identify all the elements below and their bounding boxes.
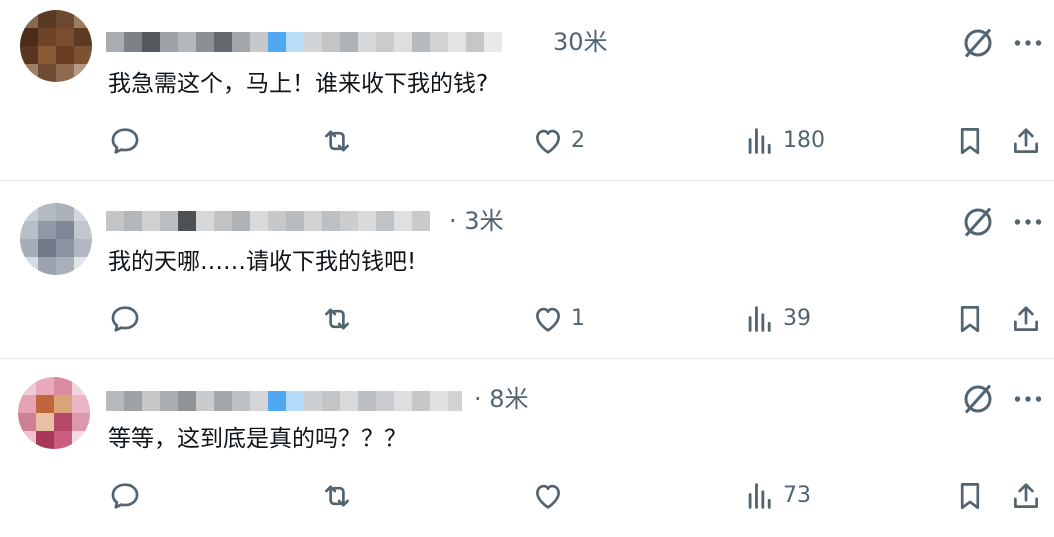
views-icon [748,306,771,332]
repost-icon [325,130,349,152]
like-button[interactable]: 1 [531,302,585,336]
bookmark-icon[interactable] [953,479,987,513]
like-button[interactable] [531,479,571,513]
reply-button[interactable] [108,124,148,158]
heart-icon [536,307,560,332]
views-icon [748,483,771,509]
repost-button[interactable] [320,302,360,336]
reply-icon [111,128,139,154]
like-count: 1 [571,306,585,331]
bookmark-icon[interactable] [953,124,987,158]
views-button[interactable]: 180 [743,124,825,158]
avatar[interactable] [18,377,90,449]
reply-feed: 30米 我急需这个，马上！谁来收下我的钱? 2 180 · 3米 我的天哪……请… [0,0,1054,534]
reply-text: 我急需这个，马上！谁来收下我的钱? [108,71,489,97]
view-count: 39 [783,306,811,331]
bookmark-icon[interactable] [953,302,987,336]
grok-icon[interactable] [960,204,996,240]
repost-icon [325,308,349,330]
avatar[interactable] [20,203,92,275]
timestamp[interactable]: · 8米 [474,384,529,414]
reply-post[interactable]: 30米 我急需这个，马上！谁来收下我的钱? 2 180 [0,0,1054,178]
reply-post[interactable]: · 8米 等等，这到底是真的吗？？？ 73 [0,359,1054,537]
views-button[interactable]: 73 [743,479,811,513]
reply-text: 我的天哪……请收下我的钱吧! [108,249,417,275]
views-button[interactable]: 39 [743,302,811,336]
views-icon [748,128,771,154]
repost-button[interactable] [320,124,360,158]
share-icon[interactable] [1009,479,1043,513]
reply-post[interactable]: · 3米 我的天哪……请收下我的钱吧! 1 39 [0,181,1054,359]
avatar[interactable] [20,10,92,82]
repost-button[interactable] [320,479,360,513]
heart-icon [536,484,560,509]
reply-button[interactable] [108,479,148,513]
grok-icon[interactable] [960,25,996,61]
share-icon[interactable] [1009,124,1043,158]
username-blurred[interactable] [106,391,462,411]
heart-icon [536,129,560,154]
share-icon[interactable] [1009,302,1043,336]
reply-button[interactable] [108,302,148,336]
more-icon[interactable] [1010,381,1046,417]
username-blurred[interactable] [106,211,430,231]
timestamp[interactable]: · 3米 [449,206,504,236]
repost-icon [325,485,349,507]
timestamp[interactable]: 30米 [553,27,608,57]
reply-icon [111,483,139,509]
like-count: 2 [571,128,585,153]
more-icon[interactable] [1010,25,1046,61]
view-count: 180 [783,128,825,153]
username-blurred[interactable] [106,32,502,52]
like-button[interactable]: 2 [531,124,585,158]
more-icon[interactable] [1010,204,1046,240]
reply-text: 等等，这到底是真的吗？？？ [108,426,407,452]
view-count: 73 [783,483,811,508]
reply-icon [111,306,139,332]
grok-icon[interactable] [960,381,996,417]
